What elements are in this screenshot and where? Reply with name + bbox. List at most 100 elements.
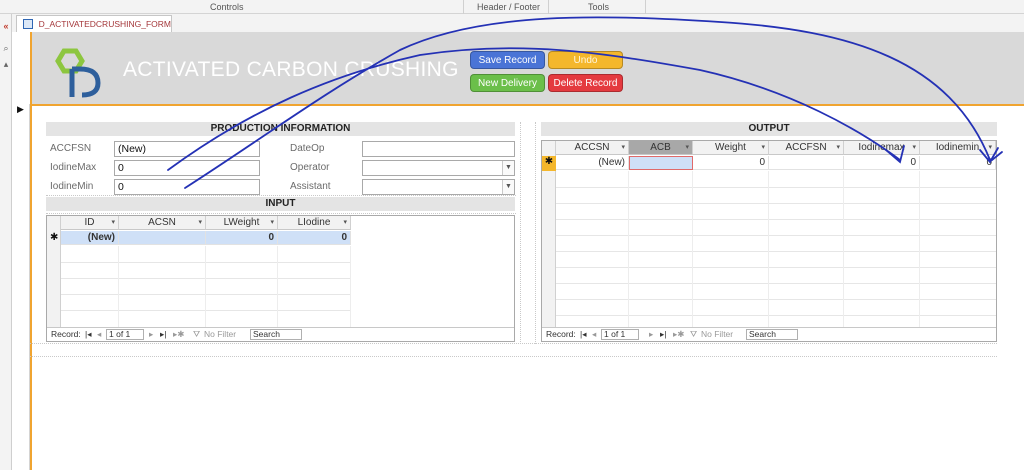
column-header-lweight[interactable]: LWeight ▾: [206, 216, 278, 230]
ribbon-group-tools[interactable]: Tools: [588, 2, 609, 12]
operator-combo[interactable]: ▼: [362, 160, 515, 176]
previous-record-icon[interactable]: ◂: [97, 329, 101, 340]
ribbon-strip: Controls Header / Footer Tools: [0, 0, 1024, 14]
grid-line: [692, 171, 693, 327]
ribbon-group-controls[interactable]: Controls: [210, 2, 244, 12]
grid-line: [556, 203, 996, 204]
output-record-navigation: Record: |◂ ◂ 1 of 1 ▸ ▸| ▸✱ ⛛ No Filter …: [542, 327, 996, 341]
grid-line: [628, 171, 629, 327]
search-icon[interactable]: ⌕: [0, 42, 12, 54]
chevron-down-icon[interactable]: ▼: [502, 161, 514, 175]
production-information-heading: PRODUCTION INFORMATION: [46, 122, 515, 136]
new-record-nav-icon[interactable]: ▸✱: [673, 329, 684, 340]
grid-line: [556, 283, 996, 284]
input-heading: INPUT: [46, 197, 515, 211]
assistant-combo[interactable]: ▼: [362, 179, 515, 195]
collapse-pane-icon[interactable]: «: [0, 20, 12, 32]
grid-line: [556, 235, 996, 236]
first-record-icon[interactable]: |◂: [85, 329, 91, 340]
grid-line: [843, 171, 844, 327]
delete-record-button[interactable]: Delete Record: [548, 74, 623, 92]
current-record-box[interactable]: 1 of 1: [106, 329, 144, 340]
new-record-nav-icon[interactable]: ▸✱: [173, 329, 184, 340]
input-subform[interactable]: ID ▾ ACSN ▾ LWeight ▾ LIodine ▾ ✱ (New) 0 0 …: [46, 215, 515, 342]
save-record-button[interactable]: Save Record: [470, 51, 545, 69]
ribbon-group-header-footer[interactable]: Header / Footer: [477, 2, 540, 12]
ribbon-separator: [645, 0, 646, 14]
column-header-weight[interactable]: Weight ▾: [693, 141, 769, 155]
grid-line: [61, 294, 351, 295]
cell-acb[interactable]: [629, 156, 693, 170]
column-header-accfsn[interactable]: ACCFSN ▾: [769, 141, 844, 155]
column-header-iodinemax[interactable]: Iodinemax ▾: [844, 141, 920, 155]
first-record-icon[interactable]: |◂: [580, 329, 586, 340]
cell-accsn[interactable]: (New): [556, 156, 629, 170]
navigation-pane: « ⌕ ▴: [0, 14, 12, 470]
undo-button[interactable]: Undo: [548, 51, 623, 69]
ribbon-separator: [463, 0, 464, 14]
no-filter-label[interactable]: No Filter: [204, 329, 236, 339]
chevron-down-icon[interactable]: ▼: [502, 180, 514, 194]
filter-icon[interactable]: ⛛: [690, 329, 697, 340]
cell-lweight[interactable]: 0: [206, 231, 278, 245]
grid-line: [768, 171, 769, 327]
layout-guide: [30, 343, 997, 344]
previous-record-icon[interactable]: ◂: [592, 329, 596, 340]
grid-line: [919, 171, 920, 327]
last-record-icon[interactable]: ▸|: [160, 329, 166, 340]
grid-line: [118, 246, 119, 327]
column-header-acb[interactable]: ACB ▾: [629, 141, 693, 155]
tab-activatedcrushing-form[interactable]: D_ACTIVATEDCRUSHING_FORM: [16, 15, 172, 32]
next-record-icon[interactable]: ▸: [149, 329, 153, 340]
no-filter-label[interactable]: No Filter: [701, 329, 733, 339]
iodinemin-field[interactable]: 0: [114, 179, 260, 195]
operator-label: Operator: [290, 162, 330, 173]
iodinemin-label: IodineMin: [50, 181, 94, 192]
cell-weight[interactable]: 0: [693, 156, 769, 170]
column-header-iodinemin[interactable]: Iodinemin ▾: [920, 141, 996, 155]
grid-line: [277, 246, 278, 327]
grid-line: [556, 315, 996, 316]
cell-id[interactable]: (New): [61, 231, 119, 245]
grid-line: [556, 187, 996, 188]
iodinemax-field[interactable]: 0: [114, 160, 260, 176]
grid-line: [556, 251, 996, 252]
ribbon-separator: [548, 0, 549, 14]
accfsn-field[interactable]: (New): [114, 141, 260, 157]
new-record-icon: ✱: [50, 232, 59, 243]
cell-acsn[interactable]: [119, 231, 206, 245]
record-selector[interactable]: ▶: [12, 104, 30, 470]
column-header-liodine[interactable]: LIodine ▾: [278, 216, 351, 230]
cell-liodine[interactable]: 0: [278, 231, 351, 245]
cell-accfsn[interactable]: [769, 156, 844, 170]
scroll-up-icon[interactable]: ▴: [0, 58, 12, 70]
column-header-acsn[interactable]: ACSN ▾: [119, 216, 206, 230]
column-header-id[interactable]: ID ▾: [61, 216, 119, 230]
tab-title: D_ACTIVATEDCRUSHING_FORM: [38, 19, 171, 29]
layout-guide: [535, 122, 536, 344]
search-box[interactable]: Search: [250, 329, 302, 340]
grid-line: [61, 278, 351, 279]
layout-guide: [46, 213, 516, 214]
current-record-box[interactable]: 1 of 1: [601, 329, 639, 340]
dateop-field[interactable]: [362, 141, 515, 157]
output-subform[interactable]: ACCSN ▾ ACB ▾ Weight ▾ ACCFSN ▾ Iodinemax ▾ I…: [541, 140, 997, 342]
record-label: Record:: [546, 329, 576, 339]
column-header-accsn[interactable]: ACCSN ▾: [556, 141, 629, 155]
cell-iodinemax[interactable]: 0: [844, 156, 920, 170]
form-border: [30, 32, 32, 470]
grid-line: [350, 246, 351, 327]
form-title: ACTIVATED CARBON CRUSHING: [123, 58, 459, 81]
cell-iodinemin[interactable]: 0: [920, 156, 996, 170]
layout-guide: [30, 356, 997, 357]
accfsn-label: ACCFSN: [50, 143, 92, 154]
last-record-icon[interactable]: ▸|: [660, 329, 666, 340]
document-tab-bar: D_ACTIVATEDCRUSHING_FORM: [12, 14, 1024, 32]
grid-line: [556, 267, 996, 268]
filter-icon[interactable]: ⛛: [193, 329, 200, 340]
next-record-icon[interactable]: ▸: [649, 329, 653, 340]
search-box[interactable]: Search: [746, 329, 798, 340]
new-delivery-button[interactable]: New Delivery: [470, 74, 545, 92]
grid-line: [556, 299, 996, 300]
assistant-label: Assistant: [290, 181, 331, 192]
